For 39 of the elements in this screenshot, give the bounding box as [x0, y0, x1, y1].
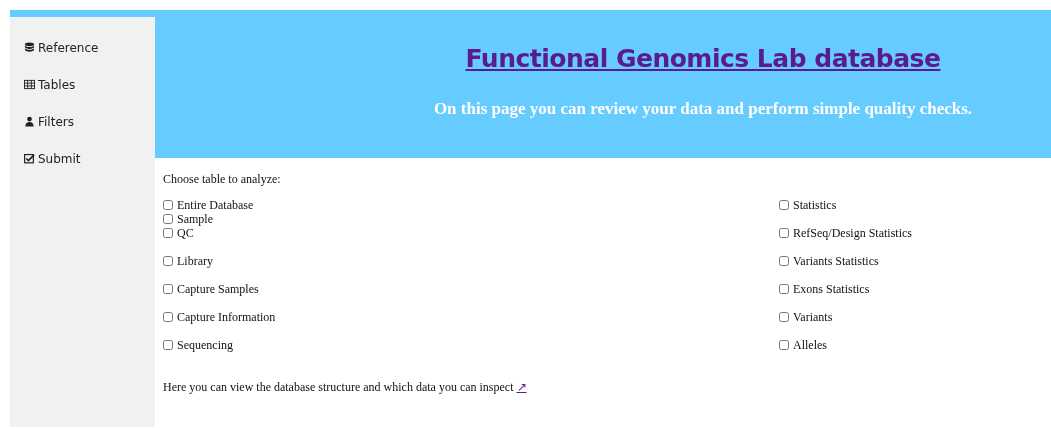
checkbox-label: QC: [177, 226, 194, 240]
checkbox[interactable]: [163, 312, 173, 322]
checkbox-label: Exons Statistics: [793, 282, 870, 296]
checkbox[interactable]: [779, 284, 789, 294]
database-icon: [24, 42, 35, 53]
checkbox-label: Statistics: [793, 198, 837, 212]
checkbox[interactable]: [163, 200, 173, 210]
checkbox[interactable]: [779, 228, 789, 238]
info-text: Here you can view the database structure and which data you can inspect ↗: [163, 379, 528, 396]
checkbox[interactable]: [779, 340, 789, 350]
checkbox-label: Library: [177, 254, 213, 268]
checkbox[interactable]: [779, 200, 789, 210]
sidebar-item[interactable]: Submit: [10, 140, 155, 177]
checkbox[interactable]: [163, 284, 173, 294]
checkbox-label: Capture Samples: [177, 282, 259, 296]
checkbox[interactable]: [779, 256, 789, 266]
form-prompt: Choose table to analyze:: [163, 171, 282, 188]
table-icon: [24, 79, 35, 90]
checkbox-label: RefSeq/Design Statistics: [793, 226, 912, 240]
checkbox[interactable]: [163, 256, 173, 266]
checkbox-label: Variants Statistics: [793, 254, 879, 268]
checkbox-icon: [24, 153, 35, 164]
checkbox-label: Alleles: [793, 338, 827, 352]
sidebar-item[interactable]: Filters: [10, 103, 155, 140]
sidebar-item[interactable]: Reference: [10, 29, 155, 66]
checkbox-label: Variants: [793, 310, 833, 324]
checkbox-label: Sample: [177, 212, 213, 226]
checkbox[interactable]: [779, 312, 789, 322]
user-icon: [24, 116, 35, 127]
external-link[interactable]: ↗: [516, 380, 527, 394]
checkbox-label: Entire Database: [177, 198, 254, 212]
sidebar-item[interactable]: Tables: [10, 66, 155, 103]
checkbox[interactable]: [163, 228, 173, 238]
subtitle: On this page you can review your data and perform simple quality checks.: [432, 97, 974, 120]
checkbox[interactable]: [163, 340, 173, 350]
title-link[interactable]: Functional Genomics Lab database: [465, 44, 941, 73]
checkbox-label: Sequencing: [177, 338, 233, 352]
checkbox-label: Capture Information: [177, 310, 276, 324]
checkbox[interactable]: [163, 214, 173, 224]
